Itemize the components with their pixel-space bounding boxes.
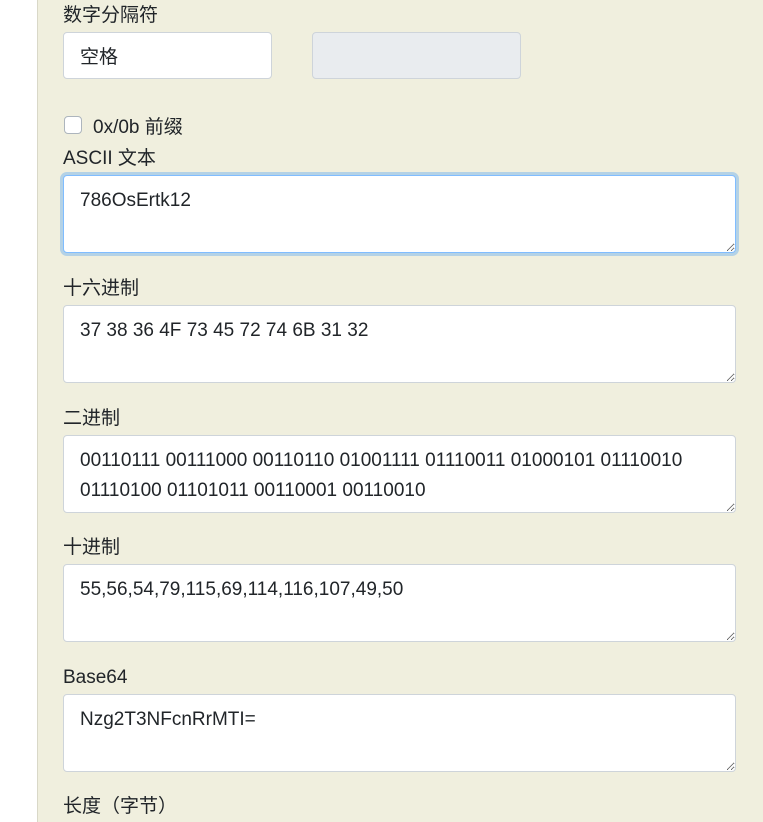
decimal-label: 十进制 [63, 537, 121, 558]
binary-textarea[interactable]: 00110111 00111000 00110110 01001111 0111… [63, 435, 736, 513]
length-label: 长度（字节） [63, 796, 178, 817]
base64-textarea[interactable]: Nzg2T3NFcnRrMTI= [63, 694, 736, 772]
decimal-textarea[interactable]: 55,56,54,79,115,69,114,116,107,49,50 [63, 564, 736, 642]
prefix-checkbox-label: 0x/0b 前缀 [93, 116, 183, 138]
binary-label: 二进制 [63, 408, 121, 429]
prefix-option[interactable]: 0x/0b 前缀 [63, 113, 183, 138]
hex-textarea[interactable]: 37 38 36 4F 73 45 72 74 6B 31 32 [63, 305, 736, 383]
ascii-textarea[interactable]: 786OsErtk12 [63, 175, 736, 253]
ascii-label: ASCII 文本 [63, 148, 156, 169]
base64-label: Base64 [63, 667, 128, 688]
hex-label: 十六进制 [63, 278, 140, 299]
prefix-checkbox[interactable] [64, 116, 82, 134]
separator-custom-input [312, 32, 521, 79]
separator-label: 数字分隔符 [63, 5, 159, 26]
separator-input[interactable] [63, 32, 272, 79]
